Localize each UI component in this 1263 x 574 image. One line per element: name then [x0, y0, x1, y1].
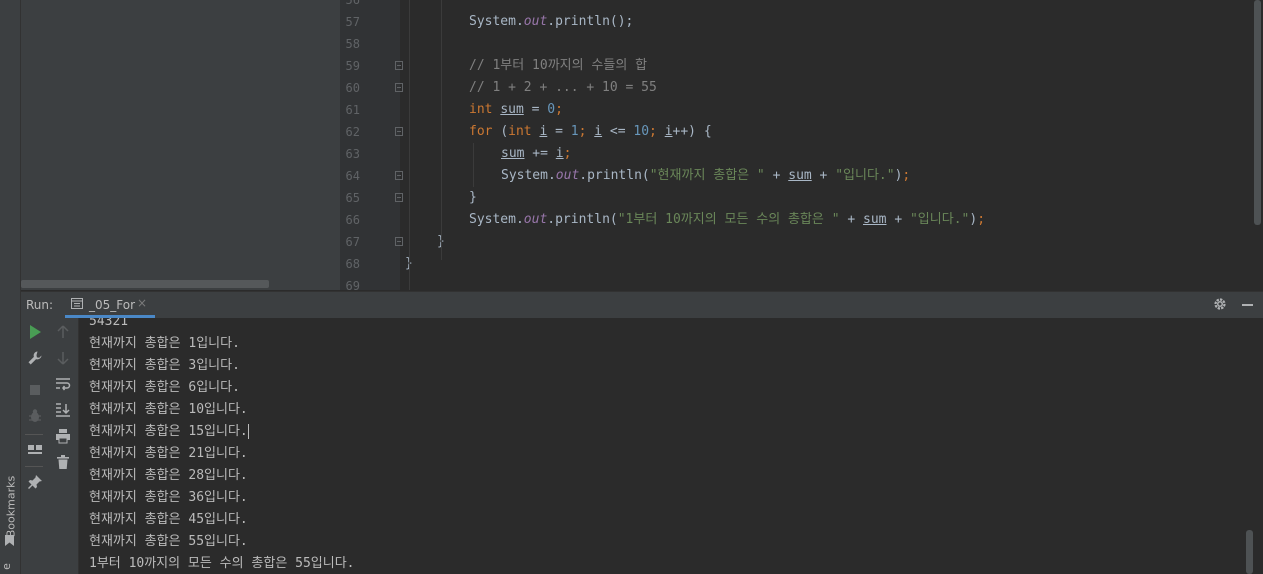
line-number: 57	[345, 15, 360, 29]
text-caret	[247, 424, 249, 439]
toolbar-separator	[25, 434, 43, 435]
line-number: 68	[345, 257, 360, 271]
line-number: 60	[345, 81, 360, 95]
project-horizontal-scrollbar[interactable]	[21, 280, 269, 288]
code-editor[interactable]: 56 57 System.out.println(); 58 59 // 1부터 10까지…	[340, 0, 1263, 290]
line-number: 56	[345, 0, 360, 7]
console-line: 현재까지 총합은 15입니다.	[89, 424, 249, 439]
console-line: 현재까지 총합은 10입니다.	[89, 402, 248, 417]
pin-icon[interactable]	[27, 474, 43, 490]
code-line[interactable]: 63 sum += i;	[340, 143, 1263, 165]
code-line[interactable]: 56	[340, 0, 1263, 11]
gear-icon[interactable]	[1213, 297, 1227, 311]
close-tab-icon[interactable]: ×	[137, 296, 147, 310]
arrow-up-icon[interactable]	[55, 324, 71, 340]
line-number: 64	[345, 169, 360, 183]
run-label: Run:	[26, 298, 54, 312]
console-line: 현재까지 총합은 1입니다.	[89, 336, 240, 351]
code-line[interactable]: 60 // 1 + 2 + ... + 10 = 55	[340, 77, 1263, 99]
code-line[interactable]: 64 System.out.println("현재까지 총합은 " + sum +…	[340, 165, 1263, 187]
trash-icon[interactable]	[55, 454, 71, 470]
stop-icon[interactable]	[27, 382, 43, 398]
console-tab-icon	[71, 298, 83, 309]
console-line: 54321	[89, 318, 129, 329]
fold-marker-icon[interactable]	[395, 127, 403, 136]
code-line[interactable]: 68}	[340, 253, 1263, 275]
code-line[interactable]: 59 // 1부터 10까지의 수들의 합	[340, 55, 1263, 77]
line-number: 67	[345, 235, 360, 249]
code-text: for (int i = 1; i <= 10; i++) {	[469, 124, 712, 139]
code-text: int sum = 0;	[469, 102, 563, 117]
line-number: 59	[345, 59, 360, 73]
indent-guide	[441, 0, 442, 260]
line-number: 66	[345, 213, 360, 227]
code-line[interactable]: 66 System.out.println("1부터 10까지의 모든 수의 총합…	[340, 209, 1263, 231]
console-line: 1부터 10까지의 모든 수의 총합은 55입니다.	[89, 556, 355, 571]
code-line[interactable]: 65}	[340, 187, 1263, 209]
code-text: // 1부터 10까지의 수들의 합	[469, 58, 648, 73]
bookmark-icon	[5, 535, 14, 546]
code-line[interactable]: 67}	[340, 231, 1263, 253]
line-number: 63	[345, 147, 360, 161]
left-tool-strip: Bookmarks e	[0, 0, 21, 574]
line-number: 61	[345, 103, 360, 117]
console-line: 현재까지 총합은 28입니다.	[89, 468, 248, 483]
code-line[interactable]: 61 int sum = 0;	[340, 99, 1263, 121]
code-text: System.out.println("현재까지 총합은 " + sum + "…	[501, 168, 911, 183]
code-text: sum += i;	[501, 146, 572, 161]
indent-guide	[473, 143, 474, 187]
soft-wrap-icon[interactable]	[55, 376, 71, 392]
console-line: 현재까지 총합은 36입니다.	[89, 490, 248, 505]
console-line: 현재까지 총합은 45입니다.	[89, 512, 248, 527]
line-number: 69	[345, 279, 360, 290]
indent-guide	[409, 0, 410, 290]
project-panel	[21, 0, 340, 290]
console-line: 현재까지 총합은 21입니다.	[89, 446, 248, 461]
run-tab-label: _05_For	[89, 298, 136, 312]
bookmarks-tool-button[interactable]: Bookmarks	[2, 440, 18, 574]
line-number: 58	[345, 37, 360, 51]
scroll-to-end-icon[interactable]	[55, 402, 71, 418]
code-line[interactable]: 62 for (int i = 1; i <= 10; i++) {	[340, 121, 1263, 143]
debug-bug-icon[interactable]	[27, 408, 43, 424]
run-panel-header: Run: _05_For ×	[21, 291, 1263, 319]
run-tab[interactable]: _05_For ×	[65, 292, 155, 318]
rerun-icon[interactable]	[27, 324, 43, 340]
minimize-icon[interactable]	[1242, 304, 1253, 306]
fold-marker-icon[interactable]	[395, 83, 403, 92]
console-line: 현재까지 총합은 3입니다.	[89, 358, 240, 373]
wrench-icon[interactable]	[27, 350, 43, 366]
code-text: }	[469, 190, 477, 205]
run-toolbar-primary	[21, 318, 47, 574]
toolbar-separator	[25, 466, 43, 467]
code-line[interactable]: 69	[340, 275, 1263, 290]
code-line[interactable]: 58	[340, 33, 1263, 55]
console-line: 현재까지 총합은 6입니다.	[89, 380, 240, 395]
structure-tool-label[interactable]: e	[0, 563, 13, 570]
line-number: 65	[345, 191, 360, 205]
fold-marker-icon[interactable]	[395, 237, 403, 246]
code-text: // 1 + 2 + ... + 10 = 55	[469, 80, 657, 95]
fold-marker-icon[interactable]	[395, 171, 403, 180]
editor-vertical-scrollbar[interactable]	[1254, 0, 1261, 225]
console-line: 현재까지 총합은 55입니다.	[89, 534, 248, 549]
line-number: 62	[345, 125, 360, 139]
fold-marker-icon[interactable]	[395, 61, 403, 70]
print-icon[interactable]	[55, 428, 71, 444]
arrow-down-icon[interactable]	[55, 350, 71, 366]
layout-icon[interactable]	[27, 442, 43, 458]
console-vertical-scrollbar[interactable]	[1246, 530, 1253, 574]
code-text: System.out.println("1부터 10까지의 모든 수의 총합은 …	[469, 212, 986, 227]
fold-marker-icon[interactable]	[395, 193, 403, 202]
code-text: System.out.println();	[469, 14, 634, 29]
run-toolbar-secondary	[47, 318, 79, 574]
console-output[interactable]: 54321 현재까지 총합은 1입니다. 현재까지 총합은 3입니다. 현재까지 총합…	[79, 318, 1263, 574]
code-line[interactable]: 57 System.out.println();	[340, 11, 1263, 33]
